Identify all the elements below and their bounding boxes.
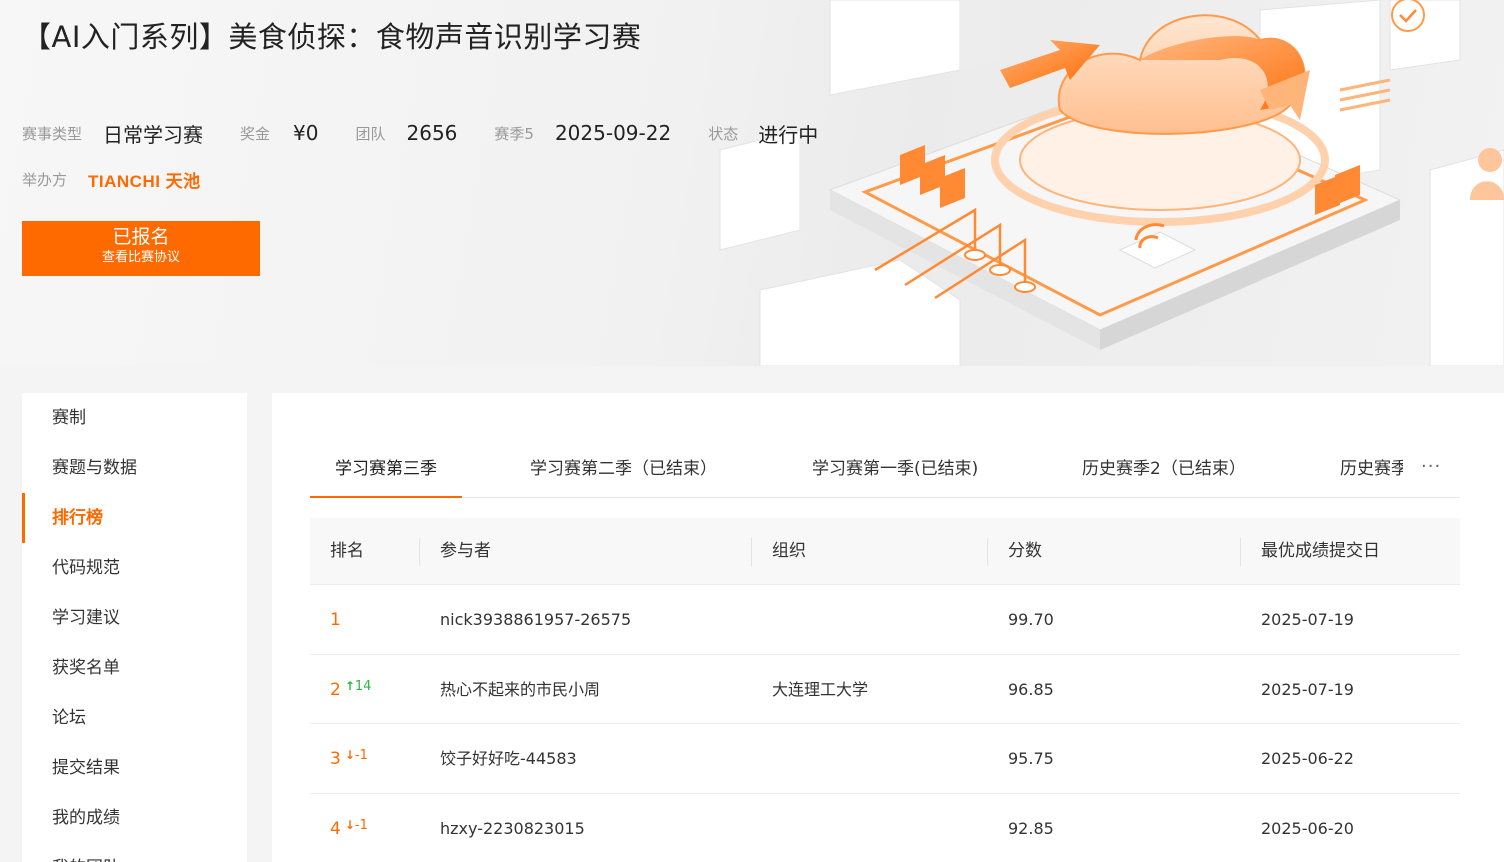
col-score: 分数 [1008, 541, 1042, 561]
organizer-label: 举办方 [22, 171, 68, 189]
rank-value: 4 [330, 818, 341, 839]
arrow-down-icon: ↓ [344, 817, 355, 832]
table-row: 3 ↓-1 饺子好好吃-44583 95.75 2025-06-22 [310, 724, 1460, 794]
participant-name[interactable]: 热心不起来的市民小周 [440, 655, 600, 724]
organization-name: 大连理工大学 [772, 679, 869, 699]
meta-team-label: 团队 [355, 124, 386, 143]
table-row: 4 ↓-1 hzxy-2230823015 92.85 2025-06-20 [310, 794, 1460, 862]
score-value: 92.85 [1008, 818, 1054, 838]
arrow-up-icon: ↑ [344, 678, 355, 693]
col-divider [987, 538, 988, 566]
competition-banner: 【AI入门系列】美食侦探：食物声音识别学习赛 赛事类型 日常学习赛 奖金 ¥0 … [0, 0, 1504, 366]
col-participant: 参与者 [440, 541, 491, 561]
tab-history-season-2[interactable]: 历史赛季2（已结束） [1082, 445, 1246, 498]
sidebar-nav: 赛制 赛题与数据 排行榜 代码规范 学习建议 获奖名单 论坛 提交结果 我的成绩… [22, 393, 247, 862]
meta-status-value: 进行中 [758, 122, 819, 147]
table-header: 排名 参与者 组织 分数 最优成绩提交日 [310, 518, 1460, 585]
arrow-down-icon: ↓ [344, 748, 355, 762]
meta-season-label: 赛季5 [494, 124, 534, 143]
sidebar-item-code-guidelines[interactable]: 代码规范 [22, 543, 247, 593]
sidebar-item-my-score[interactable]: 我的成绩 [22, 793, 247, 843]
tab-season-2[interactable]: 学习赛第二季（已结束） [530, 445, 717, 498]
table-row: 1 nick3938861957-26575 99.70 2025-07-19 [310, 585, 1460, 655]
tianchi-logo[interactable]: TIANCHI 天池 [88, 167, 201, 192]
sidebar-item-format[interactable]: 赛制 [22, 393, 247, 443]
col-divider [1240, 538, 1241, 566]
sidebar-item-leaderboard[interactable]: 排行榜 [22, 493, 247, 543]
sidebar-item-problem-data[interactable]: 赛题与数据 [22, 443, 247, 493]
meta-type-value: 日常学习赛 [103, 122, 204, 147]
sidebar-item-submit[interactable]: 提交结果 [22, 743, 247, 793]
page-title: 【AI入门系列】美食侦探：食物声音识别学习赛 [22, 20, 642, 54]
participant-name[interactable]: hzxy-2230823015 [440, 794, 585, 862]
tabs-more-button[interactable]: ··· [1421, 445, 1441, 498]
meta-status-label: 状态 [708, 124, 739, 143]
score-value: 95.75 [1008, 749, 1054, 768]
submit-date: 2025-07-19 [1261, 610, 1354, 629]
col-best-date: 最优成绩提交日 [1261, 541, 1380, 561]
organizer-row: 举办方 TIANCHI 天池 [22, 167, 201, 192]
submit-date: 2025-06-22 [1261, 749, 1354, 768]
sidebar-item-winners[interactable]: 获奖名单 [22, 643, 247, 693]
tab-history-season[interactable]: 历史赛季 [1340, 445, 1403, 498]
meta-team-value: 2656 [406, 121, 458, 145]
score-value: 96.85 [1008, 679, 1054, 699]
rank-cell: 4 ↓-1 [330, 794, 368, 862]
competition-meta: 赛事类型 日常学习赛 奖金 ¥0 团队 2656 赛季5 2025-09-22 … [22, 118, 818, 148]
rank-cell: 2 ↑14 [330, 655, 371, 724]
meta-prize-value: ¥0 [293, 121, 319, 145]
tab-season-3[interactable]: 学习赛第三季 [310, 445, 462, 498]
table-row: 2 ↑14 热心不起来的市民小周 大连理工大学 96.85 2025-07-19 [310, 655, 1460, 724]
rank-change-value: 14 [354, 678, 372, 694]
rank-value: 1 [330, 610, 341, 630]
rank-cell: 3 ↓-1 [330, 724, 368, 793]
leaderboard-table: 排名 参与者 组织 分数 最优成绩提交日 1 nick3938861957-26… [310, 518, 1460, 862]
rank-value: 2 [330, 679, 341, 700]
col-organization: 组织 [772, 541, 806, 561]
participant-name[interactable]: nick3938861957-26575 [440, 585, 631, 654]
rank-change-value: -1 [354, 748, 368, 763]
sidebar-item-learning-tips[interactable]: 学习建议 [22, 593, 247, 643]
meta-type-label: 赛事类型 [22, 124, 83, 143]
signup-button[interactable]: 已报名 查看比赛协议 [22, 221, 260, 276]
meta-season-value: 2025-09-22 [554, 121, 672, 145]
season-tabs-scroll: 学习赛第三季 学习赛第二季（已结束） 学习赛第一季(已结束) 历史赛季2（已结束… [310, 445, 1403, 498]
col-divider [419, 538, 420, 566]
rank-change-value: -1 [354, 817, 368, 833]
sidebar-item-forum[interactable]: 论坛 [22, 693, 247, 743]
rank-change: ↓-1 [344, 817, 368, 833]
tab-season-1[interactable]: 学习赛第一季(已结束) [812, 445, 978, 498]
view-agreement-link[interactable]: 查看比赛协议 [22, 249, 260, 267]
submit-date: 2025-06-20 [1261, 818, 1354, 838]
meta-prize-label: 奖金 [240, 124, 271, 143]
banner-illustration [719, 0, 1504, 366]
signup-status-label: 已报名 [112, 226, 170, 248]
rank-change: ↓-1 [344, 748, 368, 763]
col-rank: 排名 [330, 541, 364, 561]
rank-value: 3 [330, 749, 341, 769]
season-tabs: 学习赛第三季 学习赛第二季（已结束） 学习赛第一季(已结束) 历史赛季2（已结束… [310, 445, 1460, 498]
rank-change: ↑14 [344, 678, 372, 694]
rank-cell: 1 [330, 585, 341, 654]
submit-date: 2025-07-19 [1261, 679, 1354, 699]
col-divider [751, 538, 752, 566]
score-value: 99.70 [1008, 610, 1054, 629]
participant-name[interactable]: 饺子好好吃-44583 [440, 724, 577, 793]
leaderboard-panel: 学习赛第三季 学习赛第二季（已结束） 学习赛第一季(已结束) 历史赛季2（已结束… [272, 393, 1504, 862]
sidebar-item-my-team[interactable]: 我的团队 [22, 843, 247, 862]
